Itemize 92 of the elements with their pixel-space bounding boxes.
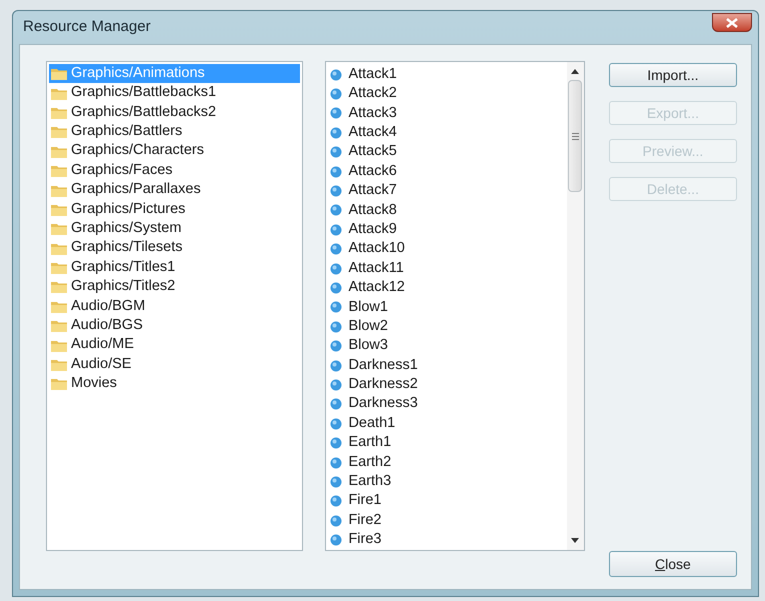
folder-item[interactable]: Graphics/Titles1 [49, 258, 300, 278]
audio-file-icon [330, 495, 342, 508]
audio-file-icon [330, 360, 342, 372]
audio-file-icon [330, 320, 342, 333]
folder-item[interactable]: Audio/BGS [49, 316, 300, 336]
grip-icon [572, 132, 579, 140]
file-item[interactable]: Fire1 [328, 492, 565, 511]
folder-icon [51, 242, 67, 255]
folder-item[interactable]: Movies [49, 374, 300, 394]
audio-file-icon [330, 243, 342, 256]
audio-file-icon [330, 204, 342, 216]
audio-file-icon [330, 166, 342, 178]
folder-icon [51, 164, 67, 178]
folder-item[interactable]: Graphics/Titles2 [49, 277, 300, 297]
file-item[interactable]: Darkness1 [328, 356, 565, 376]
file-item[interactable]: Earth1 [328, 433, 565, 453]
file-item[interactable]: Attack3 [328, 104, 565, 124]
folder-icon [51, 319, 67, 332]
file-item[interactable]: Attack2 [328, 84, 565, 104]
folder-item[interactable]: Graphics/Parallaxes [49, 180, 300, 200]
folder-icon [51, 202, 67, 216]
folder-icon [51, 280, 67, 294]
close-button[interactable]: Close [608, 551, 737, 577]
folder-icon [51, 67, 67, 80]
audio-file-icon [330, 476, 342, 488]
folder-item[interactable]: Graphics/Battlebacks2 [49, 102, 300, 122]
audio-file-icon [330, 398, 342, 410]
file-item[interactable]: Blow3 [328, 336, 565, 356]
file-item[interactable]: Attack5 [328, 142, 565, 162]
file-item[interactable]: Attack10 [328, 240, 565, 259]
audio-file-icon [330, 282, 342, 294]
audio-file-icon [330, 262, 342, 275]
audio-file-icon [330, 534, 342, 546]
folder-icon [51, 222, 67, 236]
file-item[interactable]: Attack11 [328, 258, 565, 278]
folder-icon [51, 261, 67, 274]
audio-file-icon [330, 514, 342, 527]
folder-item[interactable]: Graphics/Faces [49, 160, 300, 180]
folder-item[interactable]: Audio/SE [49, 354, 300, 374]
scroll-down-icon[interactable] [571, 538, 580, 543]
audio-file-icon [330, 340, 342, 352]
file-item[interactable]: Attack7 [328, 181, 565, 201]
file-item[interactable]: Earth2 [328, 452, 565, 472]
audio-file-icon [330, 378, 342, 391]
folder-icon [51, 377, 67, 390]
window-title: Resource Manager [23, 17, 151, 38]
folder-icon [51, 300, 67, 313]
file-item[interactable]: Attack6 [328, 162, 565, 182]
close-icon[interactable] [712, 13, 752, 32]
action-button[interactable]: Import... [608, 63, 737, 87]
folder-item[interactable]: Graphics/Pictures [49, 200, 300, 220]
file-item[interactable]: Death1 [328, 414, 565, 434]
folder-icon [51, 125, 67, 138]
folder-item[interactable]: Audio/BGM [49, 296, 300, 316]
folder-icon [51, 86, 67, 100]
audio-file-icon [330, 224, 342, 236]
folder-item[interactable]: Audio/ME [49, 335, 300, 355]
file-item[interactable]: Attack9 [328, 220, 565, 240]
folder-item[interactable]: Graphics/System [49, 219, 300, 239]
file-item[interactable]: Attack8 [328, 200, 565, 220]
file-item[interactable]: Fire3 [328, 530, 565, 550]
audio-file-icon [330, 418, 342, 430]
file-item[interactable]: Fire2 [328, 510, 565, 530]
file-item[interactable]: Attack4 [328, 123, 565, 143]
audio-file-icon [330, 107, 342, 120]
audio-file-icon [330, 88, 342, 100]
folder-item[interactable]: Graphics/Tilesets [49, 238, 300, 258]
file-item[interactable]: Darkness3 [328, 394, 565, 414]
file-item[interactable]: Attack1 [328, 65, 565, 84]
audio-file-icon [330, 68, 342, 81]
audio-file-icon [330, 456, 342, 468]
scroll-up-icon[interactable] [571, 69, 580, 74]
folder-item[interactable]: Graphics/Battlers [49, 122, 300, 142]
file-item[interactable]: Blow2 [328, 317, 565, 336]
audio-file-icon [330, 437, 342, 450]
audio-file-icon [330, 185, 342, 198]
folder-icon [51, 184, 67, 197]
folder-icon [51, 338, 67, 352]
audio-file-icon [330, 146, 342, 158]
file-item[interactable]: Darkness2 [328, 375, 565, 395]
audio-file-icon [330, 126, 342, 139]
file-item[interactable]: Attack12 [328, 278, 565, 298]
folder-item[interactable]: Graphics/Battlebacks1 [49, 83, 300, 103]
folder-item[interactable]: Graphics/Characters [49, 142, 300, 161]
folder-icon [51, 144, 67, 158]
scrollbar[interactable] [566, 62, 584, 550]
file-item[interactable]: Earth3 [328, 472, 565, 492]
scroll-thumb[interactable] [568, 80, 582, 192]
file-item[interactable]: Blow1 [328, 298, 565, 318]
folder-icon [51, 358, 67, 372]
folder-icon [51, 106, 67, 119]
audio-file-icon [330, 301, 342, 314]
